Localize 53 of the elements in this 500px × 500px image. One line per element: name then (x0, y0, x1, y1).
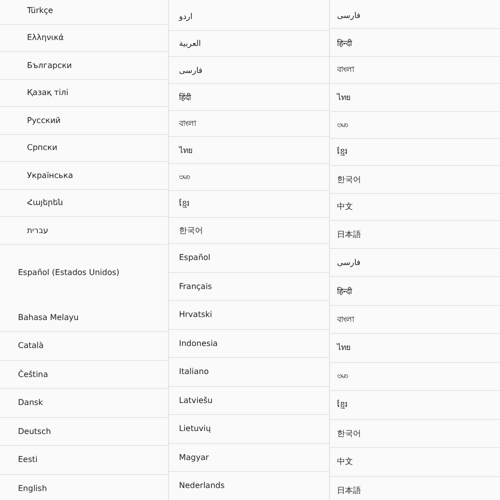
language-item[interactable]: English (18, 484, 47, 493)
language-item[interactable]: Français (179, 282, 212, 291)
language-item[interactable]: Català (18, 341, 44, 350)
language-item[interactable]: 한국어 (179, 224, 203, 236)
language-item[interactable]: العربية (179, 39, 201, 48)
language-item[interactable]: Nederlands (179, 481, 225, 490)
language-item[interactable]: ខ្មែរ (337, 146, 348, 158)
language-item[interactable]: Indonesia (179, 338, 218, 348)
language-item[interactable]: Српски (27, 143, 58, 152)
language-item[interactable]: 中文 (337, 201, 353, 212)
language-item[interactable]: বাংলা (179, 117, 196, 130)
language-item[interactable]: ဗမာ (337, 118, 348, 131)
language-item[interactable]: Deutsch (18, 426, 51, 436)
language-item[interactable]: Қазақ тілі (27, 88, 68, 98)
language-item[interactable]: 한국어 (337, 428, 361, 439)
language-item[interactable]: हिन्दी (337, 37, 352, 48)
language-item[interactable]: 日本語 (337, 484, 361, 496)
language-item[interactable]: Latviešu (179, 396, 213, 405)
language-item[interactable]: Lietuvių (179, 424, 211, 434)
language-item[interactable]: ဗမာ (179, 170, 190, 183)
language-item[interactable]: Dansk (18, 398, 43, 408)
language-item[interactable]: Հայերեն (27, 198, 63, 208)
language-item[interactable]: Български (27, 60, 72, 70)
language-item[interactable]: فارسی (337, 258, 360, 267)
language-item[interactable]: 日本語 (337, 228, 361, 240)
language-item[interactable]: ไทย (337, 90, 351, 104)
language-item[interactable]: Ελληνικά (27, 33, 64, 42)
language-item[interactable]: हिंदी (179, 91, 191, 102)
language-item[interactable]: বাংলা (337, 63, 354, 76)
language-item[interactable]: Español (Estados Unidos) (18, 268, 120, 277)
language-item[interactable]: اردو (179, 12, 193, 22)
language-item[interactable]: עברית (27, 226, 48, 235)
language-item[interactable]: Italiano (179, 367, 209, 376)
language-item[interactable]: فارسی (337, 10, 360, 20)
language-item[interactable]: Bahasa Melayu (18, 312, 79, 322)
language-item[interactable]: ဗမာ (337, 370, 348, 382)
language-item[interactable]: Українська (27, 170, 73, 180)
language-item[interactable]: Hrvatski (179, 310, 212, 320)
language-item[interactable]: ไทย (337, 341, 351, 354)
language-item[interactable]: বাংলা (337, 312, 354, 326)
language-item[interactable]: ខ្មែរ (179, 198, 190, 210)
language-item[interactable]: Magyar (179, 452, 209, 462)
language-item[interactable]: हिन्दी (337, 285, 352, 296)
language-item[interactable]: Čeština (18, 370, 48, 379)
language-item[interactable]: ไทย (179, 144, 193, 157)
language-item[interactable]: Eesti (18, 455, 38, 464)
language-item[interactable]: Türkçe (27, 6, 54, 15)
language-item[interactable]: Русский (27, 116, 61, 125)
language-item[interactable]: ខ្មែរ (337, 398, 348, 411)
language-item[interactable]: 中文 (337, 456, 353, 468)
language-item[interactable]: Español (179, 253, 210, 262)
language-item[interactable]: 한국어 (337, 174, 361, 186)
language-item[interactable]: فارسی (179, 66, 202, 75)
